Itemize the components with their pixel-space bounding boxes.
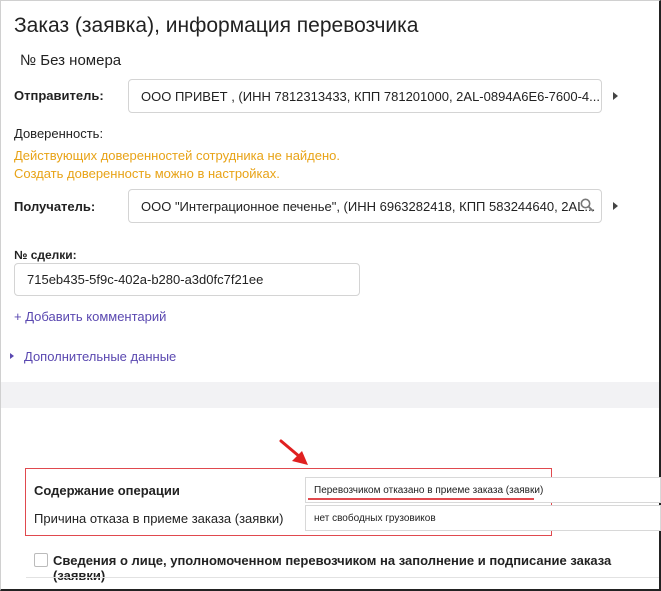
operation-content-label: Содержание операции (34, 483, 180, 498)
sender-label: Отправитель: (14, 88, 104, 103)
poa-warning-line1: Действующих доверенностей сотрудника не … (14, 148, 341, 163)
recipient-label: Получатель: (14, 199, 96, 214)
expand-triangle-icon[interactable] (10, 353, 14, 359)
additional-data-toggle[interactable]: Дополнительные данные (24, 349, 176, 364)
page-title: Заказ (заявка), информация перевозчика (14, 14, 419, 37)
operation-content-value: Перевозчиком отказано в приеме заказа (з… (314, 484, 544, 496)
poa-warning-line2: Создать доверенность можно в настройках. (14, 166, 280, 181)
refusal-reason-field[interactable]: нет свободных грузовиков (305, 505, 661, 531)
add-comment-link[interactable]: + Добавить комментарий (14, 309, 166, 324)
bottom-divider (26, 577, 659, 578)
search-icon[interactable] (580, 198, 594, 212)
sender-field[interactable]: ООО ПРИВЕТ , (ИНН 7812313433, КПП 781201… (128, 79, 602, 113)
recipient-value: ООО "Интеграционное печенье", (ИНН 69632… (141, 198, 596, 214)
order-number: № Без номера (20, 52, 122, 69)
power-of-attorney-label: Доверенность: (14, 126, 104, 141)
refusal-reason-label: Причина отказа в приеме заказа (заявки) (34, 511, 284, 526)
deal-field[interactable]: 715eb435-5f9c-402a-b280-a3d0fc7f21ee (14, 263, 360, 296)
authorized-person-checkbox[interactable] (34, 553, 48, 567)
sender-value: ООО ПРИВЕТ , (ИНН 7812313433, КПП 781201… (141, 88, 600, 104)
refusal-reason-value: нет свободных грузовиков (314, 512, 436, 524)
red-arrow-icon (279, 439, 308, 465)
sender-expand-icon[interactable] (613, 92, 618, 100)
deal-label: № сделки: (14, 248, 77, 262)
recipient-field[interactable]: ООО "Интеграционное печенье", (ИНН 69632… (128, 189, 602, 223)
recipient-expand-icon[interactable] (613, 202, 618, 210)
authorized-person-label: Сведения о лице, уполномоченном перевозч… (53, 553, 612, 583)
section-divider (1, 382, 659, 408)
deal-value: 715eb435-5f9c-402a-b280-a3d0fc7f21ee (27, 272, 264, 287)
content-underline (308, 498, 534, 500)
